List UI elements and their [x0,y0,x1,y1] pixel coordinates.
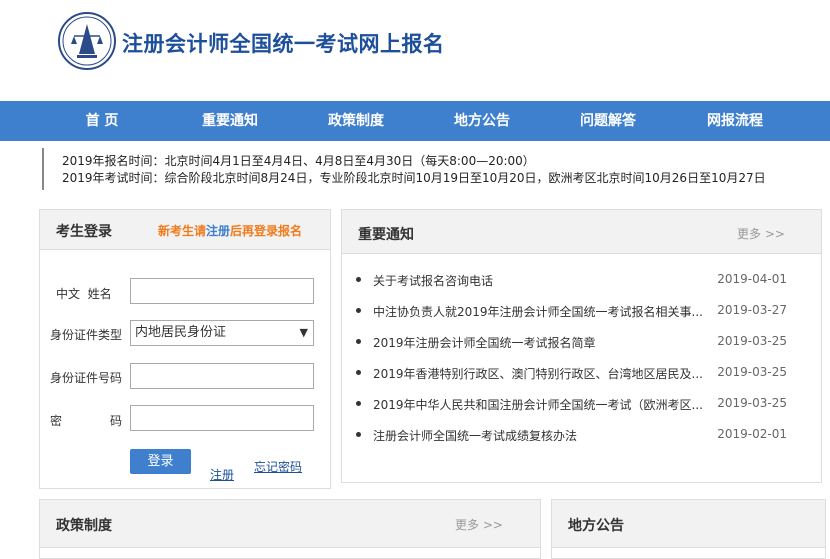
bullet-icon [356,339,361,344]
id-type-value: 内地居民身份证 [135,325,227,340]
header: 注册会计师全国统一考试网上报名 [0,0,830,100]
list-item[interactable]: 2019年香港特别行政区、澳门特别行政区、台湾地区居民及... 2019-03-… [356,363,787,383]
nav-notices[interactable]: 重要通知 [175,101,285,141]
site-title: 注册会计师全国统一考试网上报名 [122,32,445,56]
bullet-icon [356,308,361,313]
notice-title[interactable]: 关于考试报名咨询电话 [373,272,703,289]
list-item[interactable]: 2019年注册会计师全国统一考试报名简章 2019-03-25 [356,332,787,352]
register-link[interactable]: 注册 [210,466,234,483]
notices-panel: 重要通知 更多 >> 关于考试报名咨询电话 2019-04-01 中注协负责人就… [341,209,822,483]
register-tip: 新考生请注册后再登录报名 [158,222,302,239]
notice-date: 2019-02-01 [717,427,787,441]
notice-date: 2019-03-25 [717,334,787,348]
notice-title[interactable]: 2019年中华人民共和国注册会计师全国统一考试（欧洲考区... [373,396,703,413]
bullet-icon [356,432,361,437]
policy-more-link[interactable]: 更多 >> [455,516,503,533]
list-item[interactable]: 注册会计师全国统一考试成绩复核办法 2019-02-01 [356,425,787,445]
id-number-label: 身份证件号码 [50,371,123,385]
notice-date: 2019-03-25 [717,396,787,410]
main-nav: 首 页 重要通知 政策制度 地方公告 问题解答 网报流程 [0,101,830,141]
local-title: 地方公告 [568,518,624,534]
id-number-input[interactable] [130,363,314,389]
policy-title: 政策制度 [56,518,112,534]
schedule-banner: 2019年报名时间：北京时间4月1日至4月4日、4月8日至4月30日（每天8:0… [42,148,830,190]
name-input[interactable] [130,278,314,304]
nav-policy[interactable]: 政策制度 [301,101,411,141]
password-label-1: 密 [50,414,63,428]
name-label: 中文 姓名 [56,287,112,301]
forgot-password-link[interactable]: 忘记密码 [254,458,302,475]
register-tip-pre: 新考生请 [158,224,207,238]
policy-panel-header: 政策制度 更多 >> [40,500,540,548]
notice-title[interactable]: 注册会计师全国统一考试成绩复核办法 [373,427,703,444]
cicpa-logo-icon [58,12,116,70]
bullet-icon [356,370,361,375]
login-panel: 考生登录 新考生请注册后再登录报名 [39,209,331,489]
register-tip-link[interactable]: 注册 [206,224,230,238]
notice-date: 2019-03-25 [717,365,787,379]
list-item[interactable]: 2019年中华人民共和国注册会计师全国统一考试（欧洲考区... 2019-03-… [356,394,787,414]
nav-registration-process[interactable]: 网报流程 [680,101,790,141]
policy-panel: 政策制度 更多 >> [39,499,541,559]
notices-panel-header: 重要通知 更多 >> [342,210,821,254]
nav-local-announcements[interactable]: 地方公告 [427,101,537,141]
list-item[interactable]: 中注协负责人就2019年注册会计师全国统一考试报名相关事... 2019-03-… [356,301,787,321]
chevron-down-icon: ▼ [299,326,308,339]
local-panel: 地方公告 [551,499,826,559]
local-panel-header: 地方公告 [552,500,825,548]
login-panel-header: 考生登录 新考生请注册后再登录报名 [40,210,330,250]
list-item[interactable]: 关于考试报名咨询电话 2019-04-01 [356,270,787,290]
password-input[interactable] [130,405,314,431]
bullet-icon [356,401,361,406]
notice-title[interactable]: 2019年香港特别行政区、澳门特别行政区、台湾地区居民及... [373,365,703,382]
register-tip-post: 后再登录报名 [230,224,303,238]
notices-title: 重要通知 [358,227,414,243]
login-button[interactable]: 登录 [130,449,191,474]
nav-home[interactable]: 首 页 [47,101,157,141]
notice-date: 2019-04-01 [717,272,787,286]
bullet-icon [356,277,361,282]
notices-more-link[interactable]: 更多 >> [737,225,785,242]
id-type-select[interactable]: 内地居民身份证 ▼ [130,320,314,346]
login-title: 考生登录 [56,224,112,240]
notice-title[interactable]: 中注协负责人就2019年注册会计师全国统一考试报名相关事... [373,303,703,320]
exam-time-text: 2019年考试时间：综合阶段北京时间8月24日，专业阶段北京时间10月19日至1… [62,171,766,185]
notice-date: 2019-03-27 [717,303,787,317]
id-type-label: 身份证件类型 [50,328,123,342]
password-label-2: 码 [110,414,123,428]
nav-faq[interactable]: 问题解答 [553,101,663,141]
notice-title[interactable]: 2019年注册会计师全国统一考试报名简章 [373,334,703,351]
registration-time-text: 2019年报名时间：北京时间4月1日至4月4日、4月8日至4月30日（每天8:0… [62,154,535,168]
